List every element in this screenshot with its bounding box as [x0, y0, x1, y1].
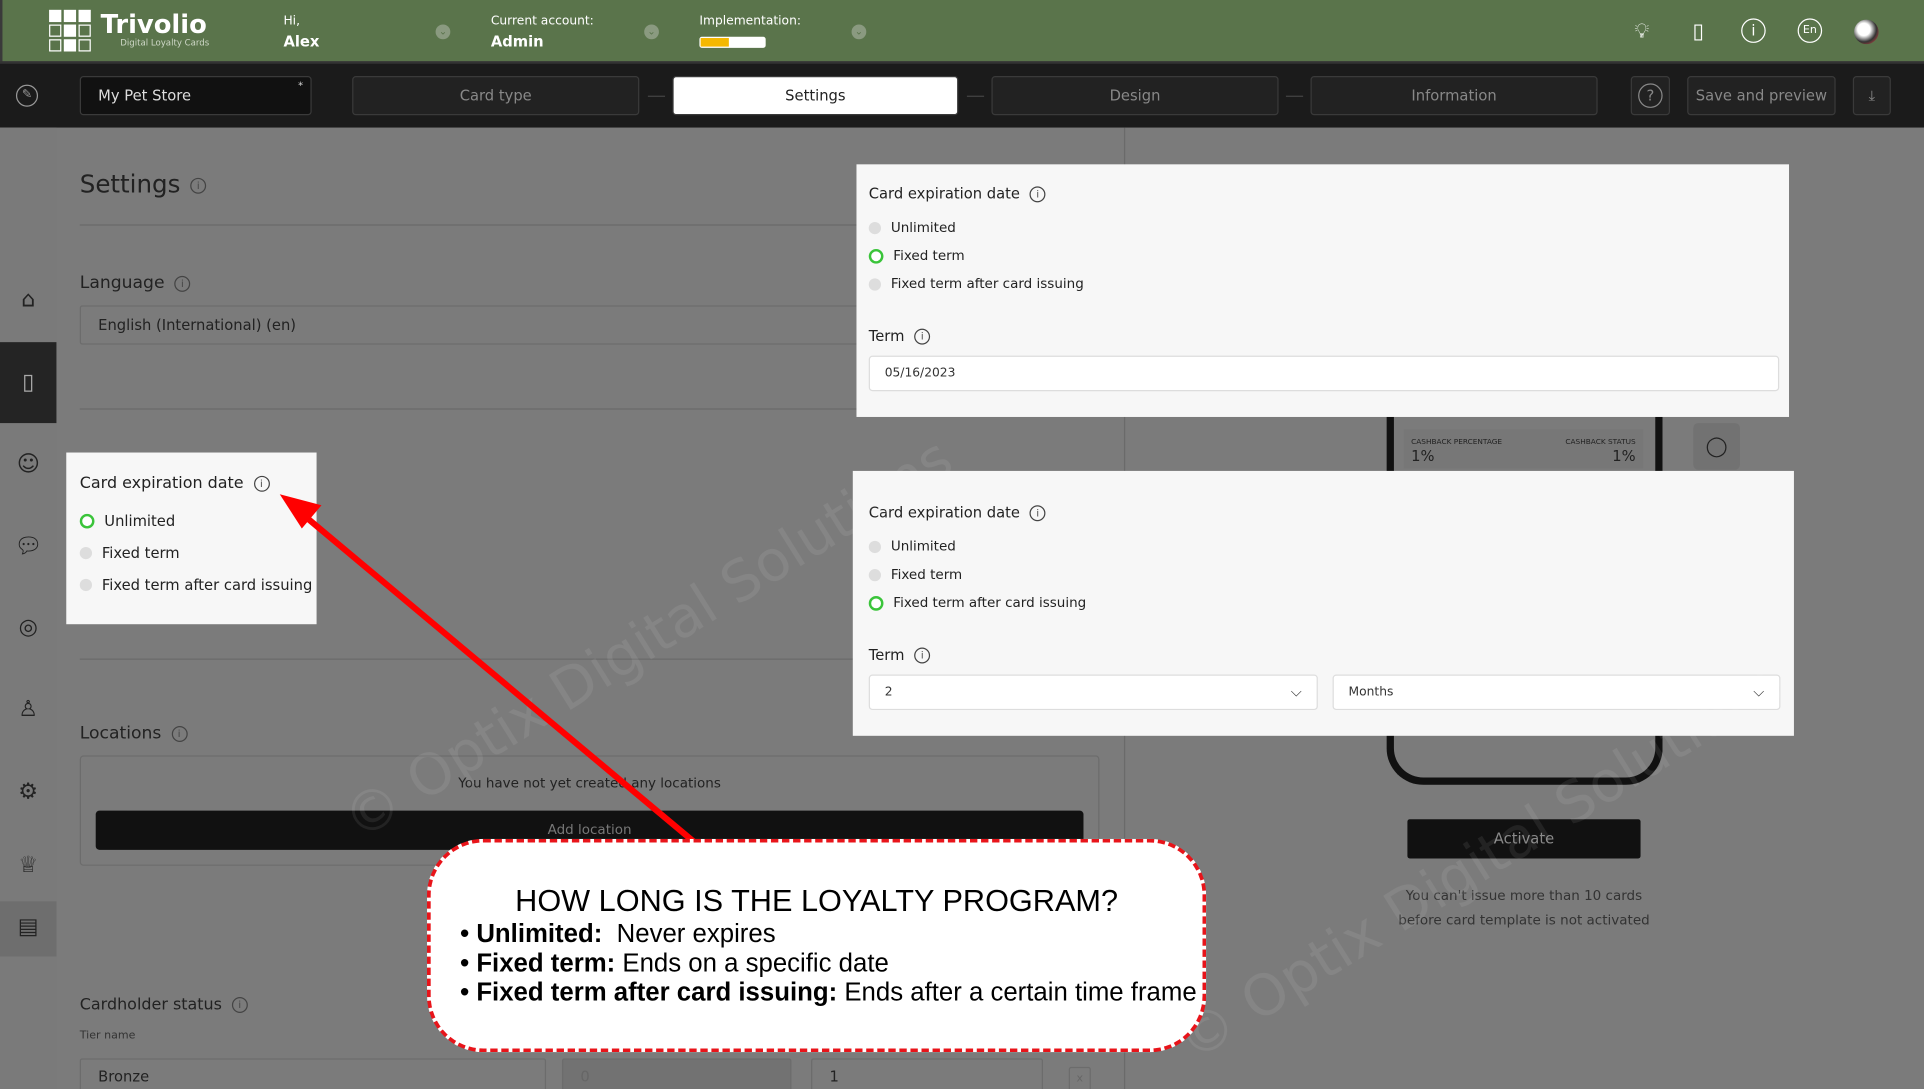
annotation-callout: HOW LONG IS THE LOYALTY PROGRAM? • Unlim… [427, 838, 1207, 1053]
callout-item: • Fixed term after card issuing: Ends af… [460, 978, 1197, 1007]
callout-item: • Fixed term: Ends on a specific date [460, 949, 889, 978]
callout-item: • Unlimited: Never expires [460, 919, 776, 948]
app: Trivolio Digital Loyalty Cards Hi, Alex … [0, 0, 1924, 1089]
callout-heading: HOW LONG IS THE LOYALTY PROGRAM? [515, 884, 1119, 919]
